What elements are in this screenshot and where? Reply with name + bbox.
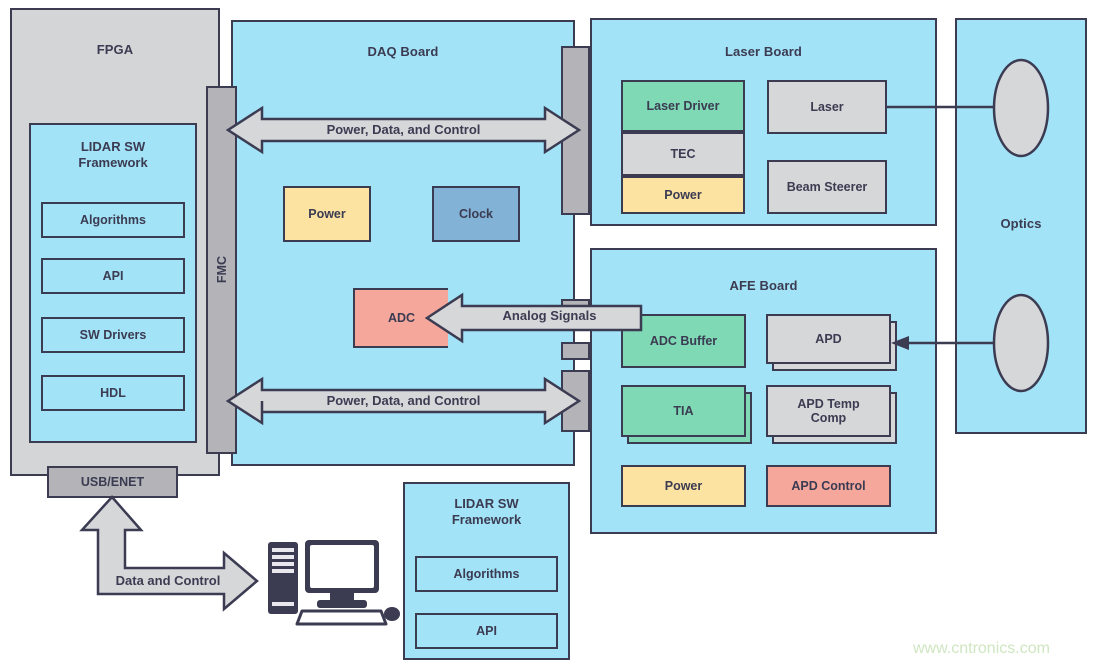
host-framework-title-line2: Framework [451, 512, 522, 528]
fpga-block-api: API [41, 258, 185, 294]
fpga-block-sw-drivers: SW Drivers [41, 317, 185, 353]
arrow-label-analog-signals: Analog Signals [502, 308, 597, 323]
daq-block-power: Power [283, 186, 371, 242]
lidar-block-diagram: FPGA LIDAR SW Framework Algorithms API S… [0, 0, 1098, 669]
laser-block-laser-driver: Laser Driver [621, 80, 745, 132]
fpga-block-algorithms: Algorithms [41, 202, 185, 238]
host-block-algorithms: Algorithms [415, 556, 558, 592]
fpga-framework-title-line2: Framework [78, 155, 148, 171]
laser-block-laser: Laser [767, 80, 887, 134]
afe-block-tia: TIA [621, 385, 746, 437]
afe-block-apd-control: APD Control [766, 465, 891, 507]
desktop-computer-icon [268, 540, 400, 626]
afe-block-apd-stack: APD [766, 314, 897, 371]
fpga-framework-title-line1: LIDAR SW [80, 139, 146, 154]
afe-apd-temp-comp-line2: Comp [810, 411, 847, 425]
watermark: www.cntronics.com [913, 640, 1050, 657]
optics-title: Optics [1000, 216, 1042, 231]
afe-apd-temp-comp-line1: APD Temp [797, 397, 860, 411]
laser-board-title: Laser Board [725, 44, 802, 59]
daq-block-clock: Clock [432, 186, 520, 242]
daq-afe-connector-lower [561, 342, 590, 360]
fpga-block-hdl: HDL [41, 375, 185, 411]
arrow-label-data-and-control: Data and Control [115, 573, 221, 588]
arrow-label-power-data-control-top: Power, Data, and Control [326, 122, 481, 137]
fpga-title: FPGA [96, 42, 134, 57]
afe-block-tia-stack: TIA [621, 385, 752, 444]
host-framework-title-line1: LIDAR SW [454, 496, 519, 511]
afe-block-apd-temp-comp: APD Temp Comp [766, 385, 891, 437]
afe-block-apd-temp-comp-stack: APD Temp Comp [766, 385, 897, 444]
afe-board-title: AFE Board [729, 278, 798, 293]
laser-block-tec: TEC [621, 132, 745, 176]
laser-block-power: Power [621, 176, 745, 214]
daq-block-adc: ADC [353, 288, 448, 348]
fmc-connector-label: FMC [214, 256, 229, 284]
afe-block-adc-buffer: ADC Buffer [621, 314, 746, 368]
arrow-data-and-control [79, 495, 259, 612]
laser-block-beam-steerer: Beam Steerer [767, 160, 887, 214]
usb-enet-port: USB/ENET [47, 466, 178, 498]
afe-block-apd: APD [766, 314, 891, 364]
arrow-label-power-data-control-bottom: Power, Data, and Control [326, 393, 481, 408]
afe-block-power: Power [621, 465, 746, 507]
host-block-api: API [415, 613, 558, 649]
daq-board-title: DAQ Board [367, 44, 439, 59]
